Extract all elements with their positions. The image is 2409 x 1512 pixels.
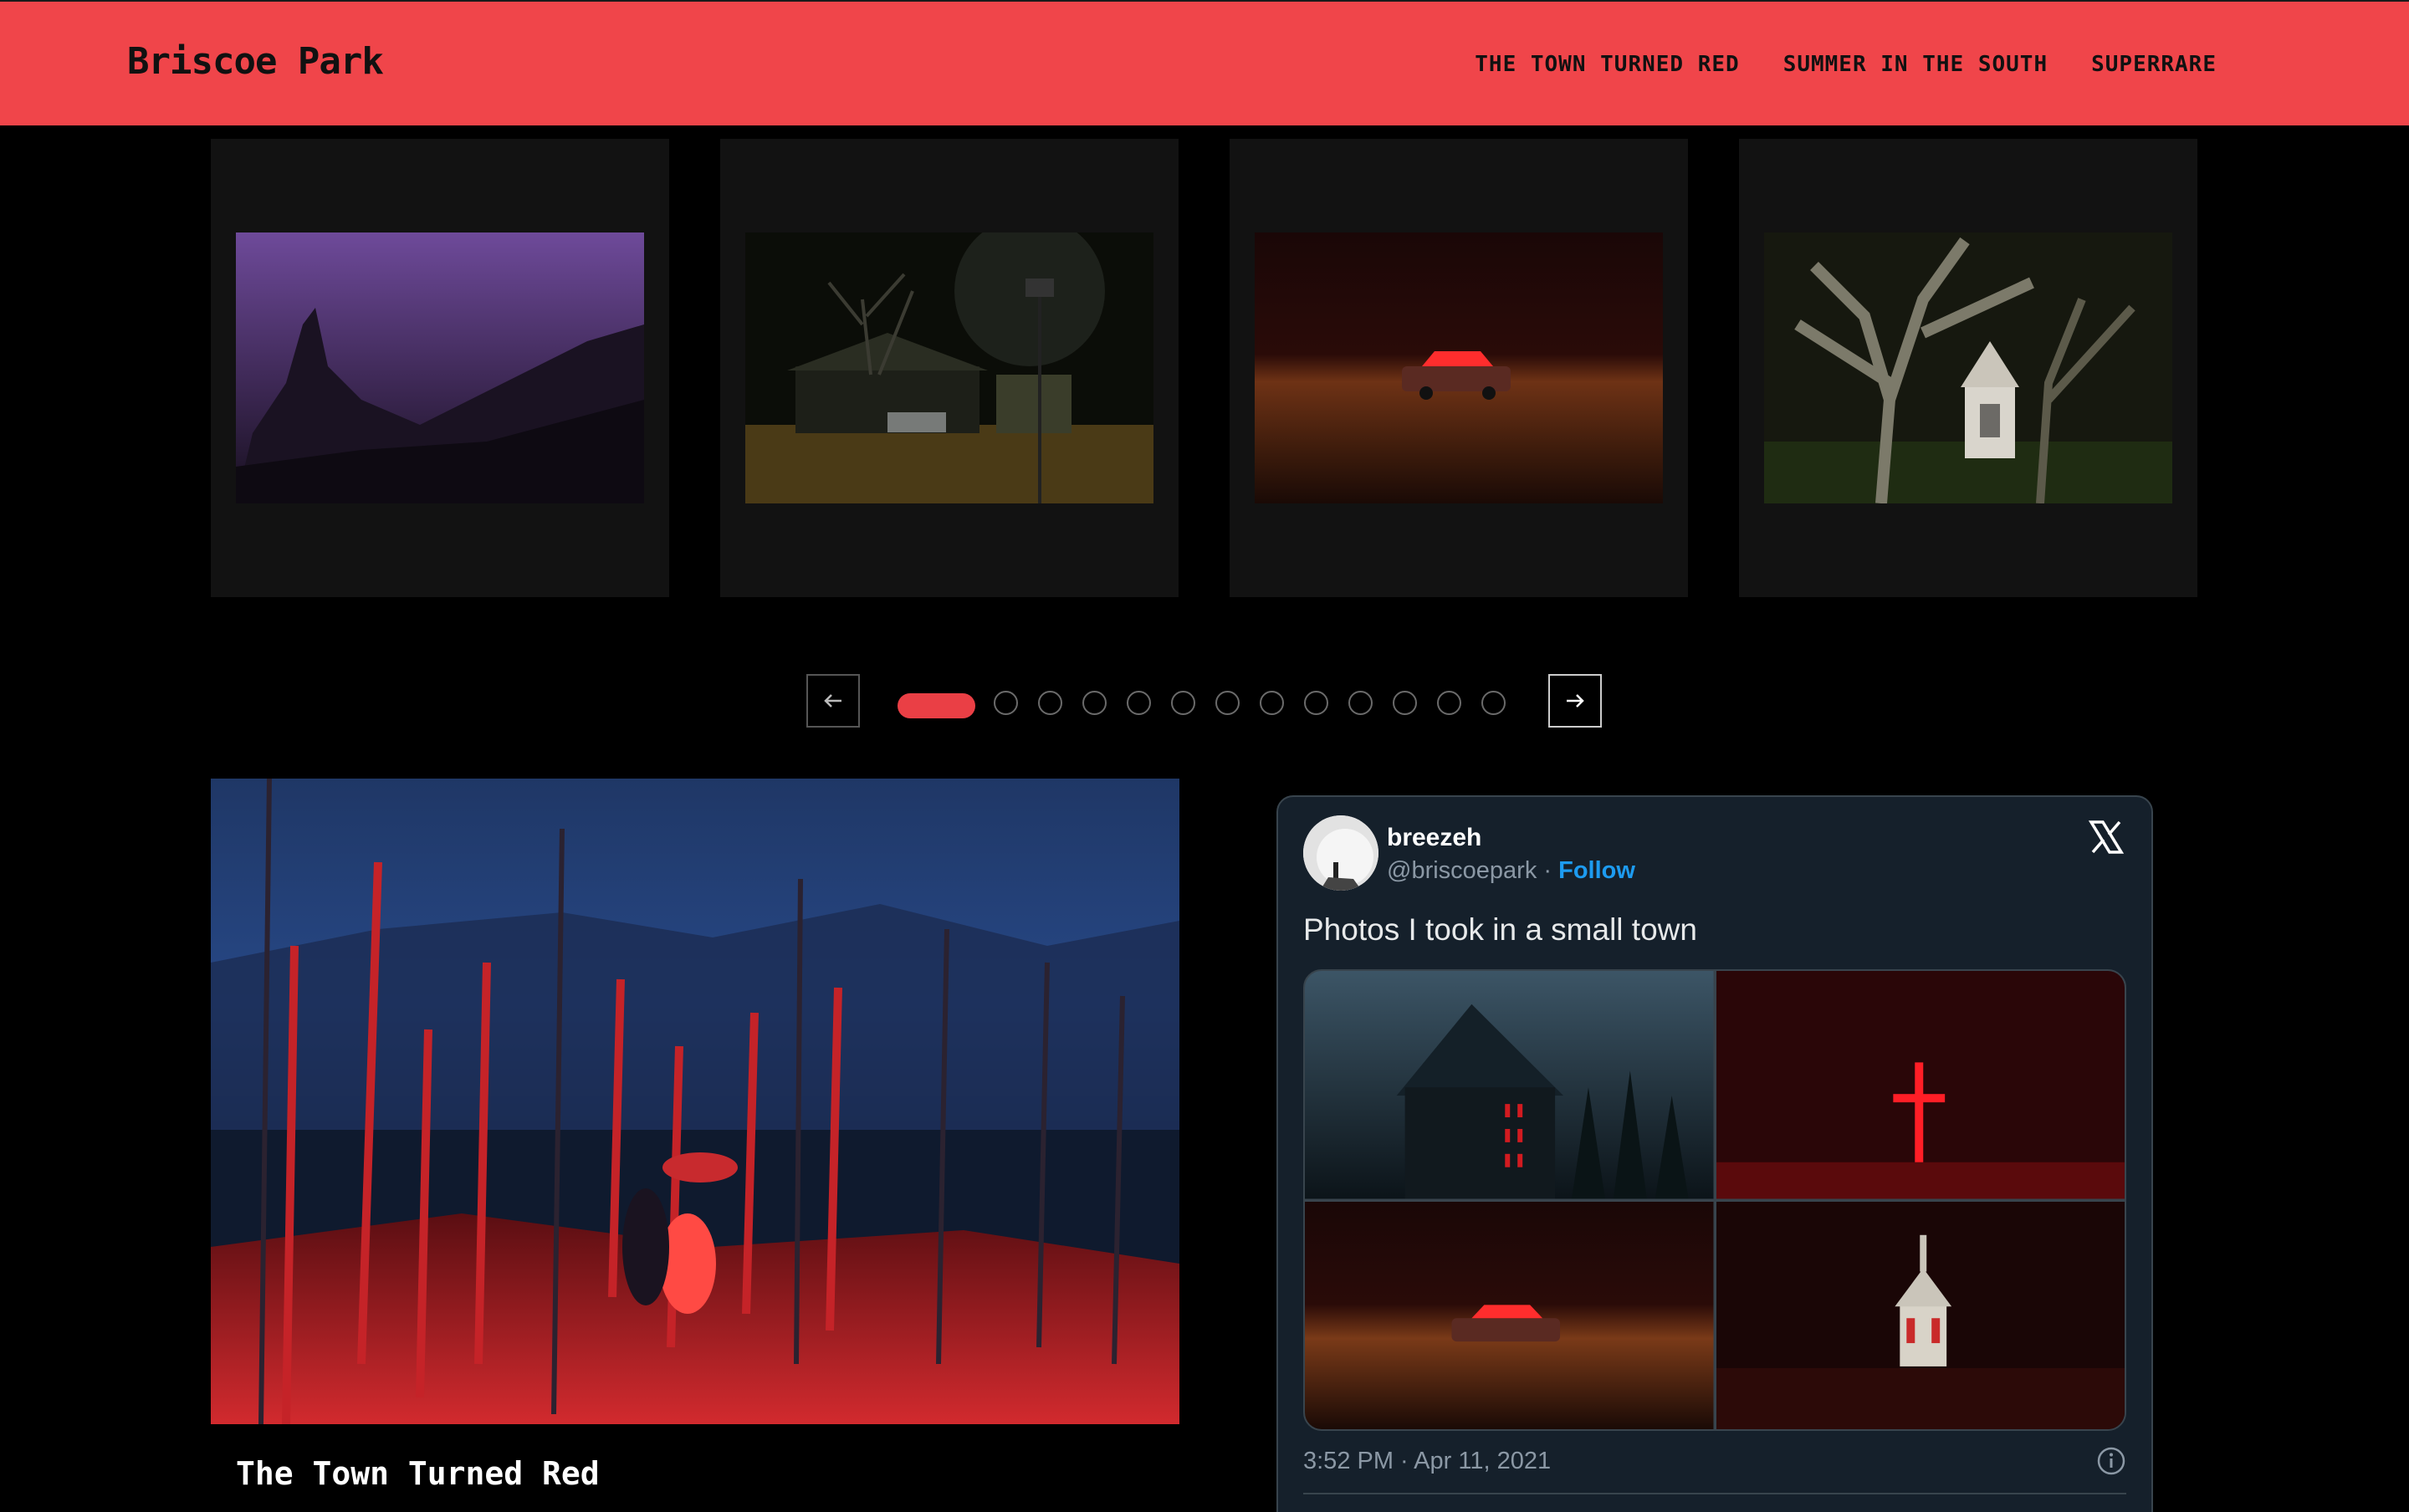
main-nav: THE TOWN TURNED RED SUMMER IN THE SOUTH … — [1475, 52, 2217, 77]
arrow-left-icon — [824, 694, 841, 707]
carousel-dot-7[interactable] — [1215, 691, 1240, 715]
feature-title[interactable]: The Town Turned Red — [236, 1455, 600, 1492]
tweet-photo-grid — [1303, 969, 2126, 1431]
tweet-photo-2[interactable] — [1716, 971, 2125, 1199]
carousel-dot-8[interactable] — [1260, 691, 1284, 715]
carousel-photo-oak-chapel — [1764, 232, 2172, 503]
photo-carousel — [211, 139, 2198, 597]
tweet-divider — [1303, 1493, 2126, 1494]
carousel-dot-13[interactable] — [1481, 691, 1506, 715]
tweet-timestamp[interactable]: 3:52 PM · Apr 11, 2021 — [1303, 1448, 1551, 1475]
carousel-dot-11[interactable] — [1393, 691, 1417, 715]
carousel-dot-6[interactable] — [1171, 691, 1195, 715]
carousel-photo-night-house — [745, 232, 1153, 503]
carousel-card-4[interactable] — [1739, 139, 2197, 597]
tweet-photo-3[interactable] — [1305, 1201, 1714, 1429]
tweet-user-meta: @briscoepark · Follow — [1387, 857, 1635, 885]
x-logo-icon[interactable] — [2086, 817, 2126, 857]
tweet-text: Photos I took in a small town — [1303, 912, 1697, 947]
info-icon[interactable] — [2096, 1446, 2126, 1476]
tweet-photo-4[interactable] — [1716, 1201, 2125, 1429]
carousel-dot-4[interactable] — [1082, 691, 1107, 715]
carousel-photo-misty-peaks — [236, 232, 644, 503]
carousel-card-2[interactable] — [720, 139, 1179, 597]
carousel-next-button[interactable] — [1548, 674, 1602, 728]
site-header: Briscoe Park THE TOWN TURNED RED SUMMER … — [0, 0, 2409, 125]
carousel-pager — [0, 674, 2409, 729]
carousel-dot-2[interactable] — [994, 691, 1018, 715]
carousel-dot-12[interactable] — [1437, 691, 1461, 715]
tweet-separator: · — [1537, 857, 1559, 884]
carousel-dot-3[interactable] — [1038, 691, 1062, 715]
carousel-dot-9[interactable] — [1304, 691, 1328, 715]
carousel-photo-red-car — [1255, 232, 1663, 503]
nav-link-town-turned-red[interactable]: THE TOWN TURNED RED — [1475, 52, 1739, 77]
carousel-dot-1[interactable] — [898, 693, 975, 718]
feature-image[interactable] — [211, 779, 1179, 1424]
avatar[interactable] — [1303, 815, 1378, 891]
follow-link[interactable]: Follow — [1558, 857, 1635, 884]
tweet-photo-1[interactable] — [1305, 971, 1714, 1199]
tweet-embed: breezeh @briscoepark · Follow Photos I t… — [1276, 795, 2153, 1512]
carousel-dot-10[interactable] — [1348, 691, 1373, 715]
arrow-right-icon — [1567, 694, 1584, 707]
nav-link-summer-in-the-south[interactable]: SUMMER IN THE SOUTH — [1783, 52, 2048, 77]
carousel-card-1[interactable] — [211, 139, 669, 597]
carousel-card-3[interactable] — [1230, 139, 1688, 597]
tweet-user-name[interactable]: breezeh — [1387, 824, 1481, 852]
tweet-user-handle[interactable]: @briscoepark — [1387, 857, 1537, 884]
nav-link-superrare[interactable]: SUPERRARE — [2091, 52, 2217, 77]
site-brand[interactable]: Briscoe Park — [127, 40, 384, 83]
carousel-prev-button[interactable] — [806, 674, 860, 728]
carousel-dot-5[interactable] — [1127, 691, 1151, 715]
